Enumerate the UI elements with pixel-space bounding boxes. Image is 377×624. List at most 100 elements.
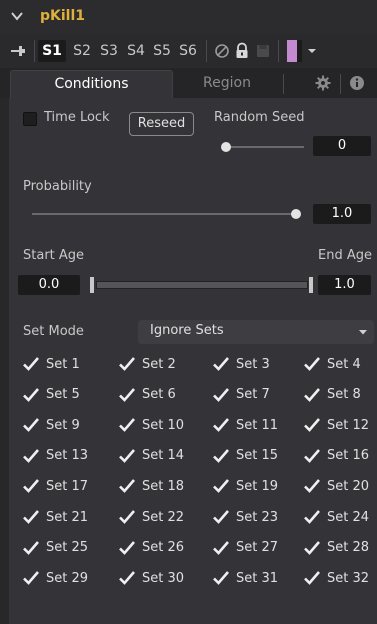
set-checkbox-23[interactable]: Set 23 (212, 506, 278, 528)
set-label: Set 19 (236, 478, 279, 494)
set-label: Set 8 (327, 387, 361, 403)
set-checkbox-14[interactable]: Set 14 (118, 445, 184, 467)
script-s3-button[interactable]: S3 (97, 40, 121, 62)
set-checkbox-27[interactable]: Set 27 (212, 537, 278, 559)
disable-icon[interactable] (213, 42, 231, 60)
end-age-handle[interactable] (309, 277, 313, 293)
script-s1-button[interactable]: S1 (38, 40, 66, 62)
set-checkbox-1[interactable]: Set 1 (22, 353, 80, 375)
color-swatch-icon[interactable] (287, 40, 297, 62)
checkmark-icon (23, 387, 39, 402)
checkmark-icon (304, 479, 320, 494)
set-checkbox-32[interactable]: Set 32 (303, 567, 369, 589)
info-icon[interactable] (349, 75, 365, 91)
set-checkbox-3[interactable]: Set 3 (212, 353, 270, 375)
set-label: Set 18 (142, 478, 185, 494)
set-checkbox-16[interactable]: Set 16 (303, 445, 369, 467)
time-lock-label: Time Lock (44, 110, 110, 125)
set-checkbox-8[interactable]: Set 8 (303, 384, 361, 406)
random-seed-slider-track[interactable] (226, 146, 304, 148)
set-label: Set 3 (236, 356, 270, 372)
set-checkbox-20[interactable]: Set 20 (303, 475, 369, 497)
gear-icon[interactable] (315, 75, 331, 91)
set-checkbox-26[interactable]: Set 26 (118, 537, 184, 559)
set-checkbox-2[interactable]: Set 2 (118, 353, 176, 375)
checkmark-icon (213, 418, 229, 433)
tab-region[interactable]: Region (175, 70, 279, 98)
checkmark-icon (119, 448, 135, 463)
set-label: Set 9 (46, 417, 80, 433)
checkmark-icon (213, 540, 229, 555)
set-label: Set 27 (236, 540, 279, 556)
chevron-down-icon[interactable] (10, 9, 24, 23)
checkmark-icon (213, 357, 229, 371)
set-checkbox-9[interactable]: Set 9 (22, 414, 80, 436)
lock-icon[interactable] (233, 42, 251, 60)
set-checkbox-18[interactable]: Set 18 (118, 475, 184, 497)
set-mode-value: Ignore Sets (150, 323, 224, 338)
start-age-value[interactable]: 0.0 (18, 275, 80, 295)
set-label: Set 21 (46, 509, 89, 525)
random-seed-slider-knob[interactable] (221, 142, 231, 152)
probability-slider-track[interactable] (32, 213, 296, 215)
set-checkbox-22[interactable]: Set 22 (118, 506, 184, 528)
set-label: Set 4 (327, 356, 361, 372)
start-age-handle[interactable] (90, 277, 94, 293)
caret-down-icon[interactable] (307, 47, 317, 55)
set-label: Set 11 (236, 417, 279, 433)
script-s4-button[interactable]: S4 (124, 40, 148, 62)
set-checkbox-7[interactable]: Set 7 (212, 384, 270, 406)
set-label: Set 16 (327, 448, 370, 464)
reseed-button[interactable]: Reseed (129, 112, 194, 136)
set-checkbox-28[interactable]: Set 28 (303, 537, 369, 559)
end-age-value[interactable]: 1.0 (318, 275, 371, 295)
set-label: Set 13 (46, 448, 89, 464)
set-label: Set 14 (142, 448, 185, 464)
set-label: Set 32 (327, 570, 370, 586)
random-seed-value[interactable]: 0 (313, 136, 371, 156)
checkmark-icon (304, 387, 320, 402)
age-range-bar[interactable] (96, 281, 308, 289)
set-mode-dropdown[interactable]: Ignore Sets (138, 320, 374, 344)
tab-conditions[interactable]: Conditions (10, 70, 173, 98)
set-checkbox-25[interactable]: Set 25 (22, 537, 88, 559)
set-checkbox-19[interactable]: Set 19 (212, 475, 278, 497)
script-s5-button[interactable]: S5 (150, 40, 174, 62)
set-checkbox-13[interactable]: Set 13 (22, 445, 88, 467)
set-checkbox-10[interactable]: Set 10 (118, 414, 184, 436)
save-icon[interactable] (254, 42, 272, 60)
set-checkbox-17[interactable]: Set 17 (22, 475, 88, 497)
set-checkbox-29[interactable]: Set 29 (22, 567, 88, 589)
tab-divider (283, 74, 284, 94)
set-checkbox-21[interactable]: Set 21 (22, 506, 88, 528)
random-seed-label: Random Seed (214, 110, 305, 125)
set-checkbox-5[interactable]: Set 5 (22, 384, 80, 406)
set-checkbox-30[interactable]: Set 30 (118, 567, 184, 589)
probability-label: Probability (23, 179, 92, 194)
checkmark-icon (304, 540, 320, 555)
probability-value[interactable]: 1.0 (313, 204, 371, 224)
time-lock-checkbox[interactable] (23, 112, 37, 126)
script-s6-button[interactable]: S6 (176, 40, 200, 62)
pin-icon[interactable] (10, 43, 26, 59)
set-checkbox-12[interactable]: Set 12 (303, 414, 369, 436)
set-label: Set 31 (236, 570, 279, 586)
set-checkbox-6[interactable]: Set 6 (118, 384, 176, 406)
set-checkbox-15[interactable]: Set 15 (212, 445, 278, 467)
probability-slider-knob[interactable] (291, 209, 301, 219)
checkmark-icon (304, 418, 320, 433)
set-checkbox-31[interactable]: Set 31 (212, 567, 278, 589)
set-label: Set 29 (46, 570, 89, 586)
set-label: Set 17 (46, 478, 89, 494)
set-checkbox-24[interactable]: Set 24 (303, 506, 369, 528)
set-label: Set 28 (327, 540, 370, 556)
script-s2-button[interactable]: S2 (70, 40, 94, 62)
checkmark-icon (304, 571, 320, 586)
node-title: pKill1 (40, 8, 86, 24)
dropdown-arrow-icon (359, 330, 367, 335)
checkmark-icon (304, 510, 320, 524)
checkmark-icon (23, 510, 39, 524)
set-checkbox-11[interactable]: Set 11 (212, 414, 278, 436)
checkmark-icon (213, 448, 229, 463)
set-checkbox-4[interactable]: Set 4 (303, 353, 361, 375)
